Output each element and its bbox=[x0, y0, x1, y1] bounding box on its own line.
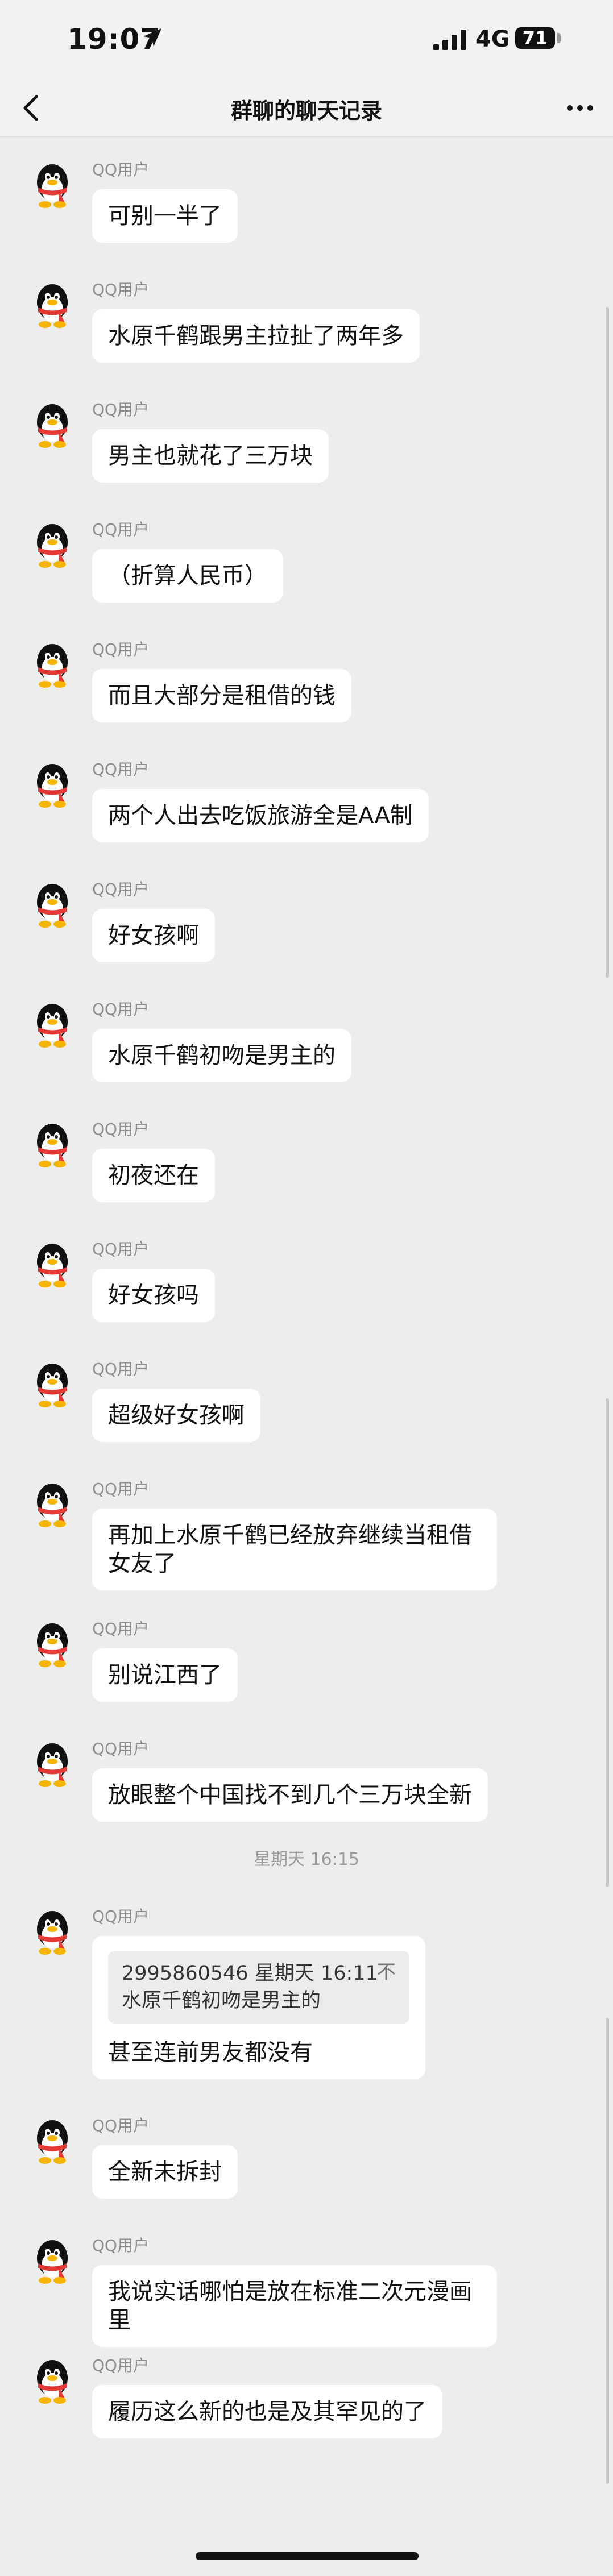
sender-name: QQ用户 bbox=[92, 1360, 150, 1378]
message-bubble[interactable]: 好女孩吗 bbox=[92, 1269, 215, 1322]
message-text: 甚至连前男友都没有 bbox=[108, 2039, 313, 2066]
list-item: QQ用户 初夜还在 bbox=[0, 1096, 613, 1216]
battery-level: 71 bbox=[522, 27, 548, 49]
list-item: QQ用户 可别一半了 bbox=[0, 137, 613, 257]
message-bubble[interactable]: 好女孩啊 bbox=[92, 909, 215, 962]
message-bubble[interactable]: 履历这么新的也是及其罕见的了 bbox=[92, 2385, 442, 2438]
sender-name: QQ用户 bbox=[92, 760, 150, 779]
avatar[interactable] bbox=[26, 2355, 78, 2408]
message-bubble[interactable]: 2995860546 星期天 16:11 水原千鹤初吻是男主的 不 甚至连前男友… bbox=[92, 1936, 425, 2079]
sender-name: QQ用户 bbox=[92, 2356, 150, 2375]
message-bubble[interactable]: （折算人民币） bbox=[92, 549, 283, 603]
list-item: QQ用户 超级好女孩啊 bbox=[0, 1336, 613, 1456]
sender-name: QQ用户 bbox=[92, 400, 150, 419]
avatar[interactable] bbox=[26, 1119, 78, 1171]
sender-name: QQ用户 bbox=[92, 640, 150, 659]
avatar[interactable] bbox=[26, 160, 78, 212]
list-item: QQ用户 好女孩吗 bbox=[0, 1216, 613, 1336]
avatar[interactable] bbox=[26, 1619, 78, 1671]
chat-history[interactable]: QQ用户 可别一半了 QQ用户 水原千鹤跟男主拉扯了两年多 QQ用户 男主也就花… bbox=[0, 137, 613, 2453]
list-item: QQ用户 （折算人民币） bbox=[0, 497, 613, 617]
list-item: QQ用户 履历这么新的也是及其罕见的了 bbox=[0, 2333, 613, 2453]
quote-close-icon[interactable]: 不 bbox=[376, 1959, 396, 1986]
scrollbar[interactable] bbox=[606, 307, 609, 978]
list-item: QQ用户 2995860546 星期天 16:11 水原千鹤初吻是男主的 不 甚… bbox=[0, 1884, 613, 2093]
location-arrow-icon bbox=[143, 28, 161, 47]
list-item: QQ用户 全新未拆封 bbox=[0, 2093, 613, 2213]
quote-text: 水原千鹤初吻是男主的 bbox=[122, 1989, 321, 2012]
message-bubble[interactable]: 而且大部分是租借的钱 bbox=[92, 669, 351, 722]
avatar[interactable] bbox=[26, 879, 78, 932]
list-item: QQ用户 别说江西了 bbox=[0, 1596, 613, 1716]
message-bubble[interactable]: 水原千鹤初吻是男主的 bbox=[92, 1029, 351, 1082]
avatar[interactable] bbox=[26, 1739, 78, 1791]
sender-name: QQ用户 bbox=[92, 520, 150, 539]
sender-name: QQ用户 bbox=[92, 2116, 150, 2135]
avatar[interactable] bbox=[26, 1359, 78, 1411]
quote-header: 2995860546 星期天 16:11 bbox=[122, 1962, 378, 1985]
list-item: QQ用户 两个人出去吃饭旅游全是AA制 bbox=[0, 737, 613, 857]
list-item: QQ用户 再加上水原千鹤已经放弃继续当租借女友了 bbox=[0, 1456, 613, 1596]
list-item: QQ用户 男主也就花了三万块 bbox=[0, 377, 613, 497]
avatar[interactable] bbox=[26, 520, 78, 572]
message-bubble[interactable]: 初夜还在 bbox=[92, 1149, 215, 1202]
message-bubble[interactable]: 别说江西了 bbox=[92, 1648, 238, 1702]
sender-name: QQ用户 bbox=[92, 2236, 150, 2255]
avatar[interactable] bbox=[26, 2236, 78, 2288]
sender-name: QQ用户 bbox=[92, 160, 150, 179]
message-bubble[interactable]: 水原千鹤跟男主拉扯了两年多 bbox=[92, 309, 420, 363]
sender-name: QQ用户 bbox=[92, 1619, 150, 1638]
list-item: QQ用户 而且大部分是租借的钱 bbox=[0, 617, 613, 737]
network-label: 4G bbox=[475, 26, 510, 52]
message-bubble[interactable]: 超级好女孩啊 bbox=[92, 1389, 260, 1442]
avatar[interactable] bbox=[26, 999, 78, 1052]
list-item: QQ用户 水原千鹤跟男主拉扯了两年多 bbox=[0, 257, 613, 377]
list-item: QQ用户 好女孩啊 bbox=[0, 857, 613, 977]
sender-name: QQ用户 bbox=[92, 1480, 150, 1498]
list-item: QQ用户 水原千鹤初吻是男主的 bbox=[0, 977, 613, 1096]
avatar[interactable] bbox=[26, 1906, 78, 1959]
sender-name: QQ用户 bbox=[92, 280, 150, 299]
avatar[interactable] bbox=[26, 280, 78, 332]
sender-name: QQ用户 bbox=[92, 1120, 150, 1139]
battery-icon: 71 bbox=[515, 27, 555, 49]
message-bubble[interactable]: 再加上水原千鹤已经放弃继续当租借女友了 bbox=[92, 1509, 497, 1590]
message-bubble[interactable]: 放眼整个中国找不到几个三万块全新 bbox=[92, 1768, 488, 1822]
scrollbar[interactable] bbox=[606, 1398, 609, 1887]
message-bubble[interactable]: 男主也就花了三万块 bbox=[92, 429, 329, 483]
message-bubble[interactable]: 可别一半了 bbox=[92, 189, 238, 243]
home-indicator[interactable] bbox=[196, 2552, 419, 2560]
sender-name: QQ用户 bbox=[92, 1907, 150, 1926]
status-bar: 19:07 4G 71 bbox=[0, 0, 613, 80]
battery-tip bbox=[557, 33, 561, 43]
avatar[interactable] bbox=[26, 2116, 78, 2168]
scrollbar[interactable] bbox=[606, 2018, 609, 2484]
avatar[interactable] bbox=[26, 639, 78, 692]
time-divider: 星期天 16:15 bbox=[254, 1850, 359, 1869]
avatar[interactable] bbox=[26, 1239, 78, 1291]
sender-name: QQ用户 bbox=[92, 1000, 150, 1019]
avatar[interactable] bbox=[26, 400, 78, 452]
sender-name: QQ用户 bbox=[92, 1739, 150, 1758]
avatar[interactable] bbox=[26, 1479, 78, 1531]
nav-bar: 群聊的聊天记录 bbox=[0, 80, 613, 137]
sender-name: QQ用户 bbox=[92, 880, 150, 899]
message-bubble[interactable]: 全新未拆封 bbox=[92, 2145, 238, 2199]
more-dots-icon[interactable] bbox=[564, 94, 596, 122]
message-bubble[interactable]: 两个人出去吃饭旅游全是AA制 bbox=[92, 789, 429, 842]
sender-name: QQ用户 bbox=[92, 1240, 150, 1258]
quoted-message[interactable]: 2995860546 星期天 16:11 水原千鹤初吻是男主的 不 bbox=[108, 1951, 409, 2024]
avatar[interactable] bbox=[26, 759, 78, 812]
list-item: QQ用户 放眼整个中国找不到几个三万块全新 bbox=[0, 1716, 613, 1836]
page-title: 群聊的聊天记录 bbox=[230, 98, 382, 123]
list-item: QQ用户 我说实话哪怕是放在标准二次元漫画里 bbox=[0, 2213, 613, 2347]
signal-icon bbox=[433, 30, 466, 50]
